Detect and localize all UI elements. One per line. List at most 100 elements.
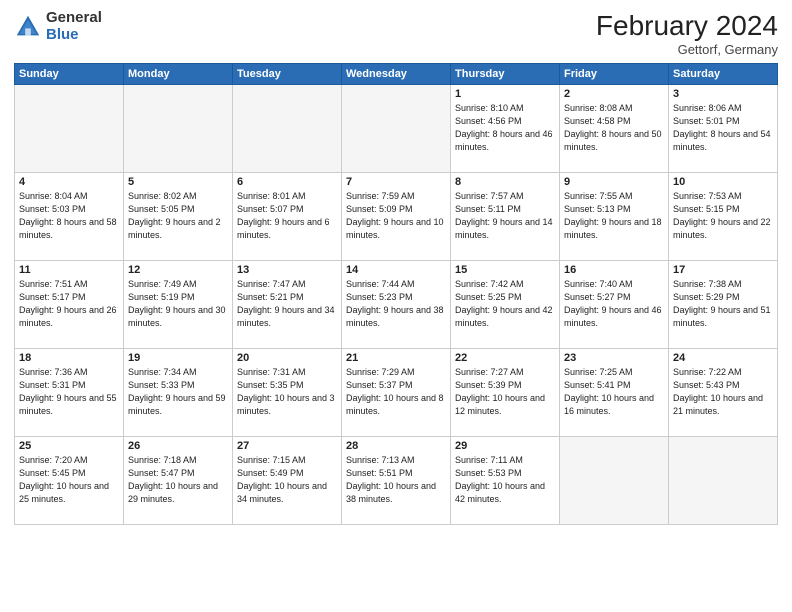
day-number: 21 [346, 352, 446, 364]
table-row: 26 Sunrise: 7:18 AMSunset: 5:47 PMDayligh… [124, 437, 233, 525]
table-row: 16Sunrise: 7:40 AMSunset: 5:27 PMDayligh… [560, 261, 669, 349]
table-row: 15Sunrise: 7:42 AMSunset: 5:25 PMDayligh… [451, 261, 560, 349]
day-info: Sunrise: 7:49 AMSunset: 5:19 PMDaylight:… [128, 278, 228, 330]
day-number: 8 [455, 176, 555, 188]
col-monday: Monday [124, 64, 233, 85]
day-number: 5 [128, 176, 228, 188]
day-number: 28 [346, 440, 446, 452]
calendar-table: Sunday Monday Tuesday Wednesday Thursday… [14, 63, 778, 525]
day-number: 19 [128, 352, 228, 364]
day-info: Sunrise: 7:27 AMSunset: 5:39 PMDaylight:… [455, 366, 555, 418]
table-row: 19 Sunrise: 7:34 AMSunset: 5:33 PMDayligh… [124, 349, 233, 437]
calendar-week-row: 11 Sunrise: 7:51 AMSunset: 5:17 PMDayligh… [15, 261, 778, 349]
day-info: Sunrise: 7:51 AMSunset: 5:17 PMDaylight:… [19, 278, 119, 330]
day-number: 4 [19, 176, 119, 188]
table-row [15, 85, 124, 173]
day-info: Sunrise: 7:36 AMSunset: 5:31 PMDaylight:… [19, 366, 119, 418]
table-row: 8 Sunrise: 7:57 AMSunset: 5:11 PMDaylight… [451, 173, 560, 261]
col-friday: Friday [560, 64, 669, 85]
day-number: 29 [455, 440, 555, 452]
day-info: Sunrise: 8:08 AMSunset: 4:58 PMDaylight:… [564, 102, 664, 154]
day-info: Sunrise: 7:55 AMSunset: 5:13 PMDaylight:… [564, 190, 664, 242]
col-thursday: Thursday [451, 64, 560, 85]
day-info: Sunrise: 8:02 AMSunset: 5:05 PMDaylight:… [128, 190, 228, 242]
table-row: 25Sunrise: 7:20 AMSunset: 5:45 PMDayligh… [15, 437, 124, 525]
table-row: 28Sunrise: 7:13 AMSunset: 5:51 PMDayligh… [342, 437, 451, 525]
day-info: Sunrise: 7:59 AMSunset: 5:09 PMDaylight:… [346, 190, 446, 242]
table-row: 27 Sunrise: 7:15 AMSunset: 5:49 PMDayligh… [233, 437, 342, 525]
day-number: 10 [673, 176, 773, 188]
day-info: Sunrise: 7:15 AMSunset: 5:49 PMDaylight:… [237, 454, 337, 506]
day-number: 3 [673, 88, 773, 100]
day-number: 6 [237, 176, 337, 188]
col-wednesday: Wednesday [342, 64, 451, 85]
table-row: 4 Sunrise: 8:04 AMSunset: 5:03 PMDaylight… [15, 173, 124, 261]
table-row [342, 85, 451, 173]
day-info: Sunrise: 7:42 AMSunset: 5:25 PMDaylight:… [455, 278, 555, 330]
day-info: Sunrise: 7:18 AMSunset: 5:47 PMDaylight:… [128, 454, 228, 506]
table-row: 23Sunrise: 7:25 AMSunset: 5:41 PMDayligh… [560, 349, 669, 437]
calendar-week-row: 25Sunrise: 7:20 AMSunset: 5:45 PMDayligh… [15, 437, 778, 525]
col-sunday: Sunday [15, 64, 124, 85]
day-info: Sunrise: 7:34 AMSunset: 5:33 PMDaylight:… [128, 366, 228, 418]
day-info: Sunrise: 7:29 AMSunset: 5:37 PMDaylight:… [346, 366, 446, 418]
day-number: 27 [237, 440, 337, 452]
day-info: Sunrise: 8:10 AMSunset: 4:56 PMDaylight:… [455, 102, 555, 154]
day-number: 17 [673, 264, 773, 276]
day-number: 24 [673, 352, 773, 364]
page-header: General Blue February 2024 Gettorf, Germ… [14, 10, 778, 57]
day-info: Sunrise: 8:01 AMSunset: 5:07 PMDaylight:… [237, 190, 337, 242]
logo: General Blue [14, 10, 102, 43]
calendar-header-row: Sunday Monday Tuesday Wednesday Thursday… [15, 64, 778, 85]
day-number: 14 [346, 264, 446, 276]
table-row [560, 437, 669, 525]
calendar-week-row: 18 Sunrise: 7:36 AMSunset: 5:31 PMDayligh… [15, 349, 778, 437]
table-row: 24 Sunrise: 7:22 AMSunset: 5:43 PMDayligh… [669, 349, 778, 437]
table-row: 9 Sunrise: 7:55 AMSunset: 5:13 PMDaylight… [560, 173, 669, 261]
logo-blue: Blue [46, 27, 102, 44]
day-number: 1 [455, 88, 555, 100]
table-row: 2 Sunrise: 8:08 AMSunset: 4:58 PMDaylight… [560, 85, 669, 173]
col-saturday: Saturday [669, 64, 778, 85]
day-number: 23 [564, 352, 664, 364]
day-info: Sunrise: 7:57 AMSunset: 5:11 PMDaylight:… [455, 190, 555, 242]
table-row [669, 437, 778, 525]
calendar-week-row: 4 Sunrise: 8:04 AMSunset: 5:03 PMDaylight… [15, 173, 778, 261]
table-row: 13Sunrise: 7:47 AMSunset: 5:21 PMDayligh… [233, 261, 342, 349]
table-row: 1 Sunrise: 8:10 AMSunset: 4:56 PMDaylight… [451, 85, 560, 173]
day-number: 9 [564, 176, 664, 188]
day-info: Sunrise: 7:53 AMSunset: 5:15 PMDaylight:… [673, 190, 773, 242]
day-info: Sunrise: 7:11 AMSunset: 5:53 PMDaylight:… [455, 454, 555, 506]
day-number: 2 [564, 88, 664, 100]
table-row [233, 85, 342, 173]
table-row: 18 Sunrise: 7:36 AMSunset: 5:31 PMDayligh… [15, 349, 124, 437]
col-tuesday: Tuesday [233, 64, 342, 85]
day-number: 12 [128, 264, 228, 276]
day-number: 11 [19, 264, 119, 276]
day-number: 20 [237, 352, 337, 364]
day-info: Sunrise: 8:06 AMSunset: 5:01 PMDaylight:… [673, 102, 773, 154]
table-row: 7Sunrise: 7:59 AMSunset: 5:09 PMDaylight… [342, 173, 451, 261]
table-row: 20 Sunrise: 7:31 AMSunset: 5:35 PMDayligh… [233, 349, 342, 437]
month-title: February 2024 [596, 10, 778, 42]
day-info: Sunrise: 7:31 AMSunset: 5:35 PMDaylight:… [237, 366, 337, 418]
day-info: Sunrise: 7:38 AMSunset: 5:29 PMDaylight:… [673, 278, 773, 330]
table-row: 22Sunrise: 7:27 AMSunset: 5:39 PMDayligh… [451, 349, 560, 437]
day-info: Sunrise: 7:20 AMSunset: 5:45 PMDaylight:… [19, 454, 119, 506]
title-block: February 2024 Gettorf, Germany [596, 10, 778, 57]
table-row: 3 Sunrise: 8:06 AMSunset: 5:01 PMDaylight… [669, 85, 778, 173]
day-number: 16 [564, 264, 664, 276]
table-row: 12 Sunrise: 7:49 AMSunset: 5:19 PMDayligh… [124, 261, 233, 349]
day-info: Sunrise: 7:22 AMSunset: 5:43 PMDaylight:… [673, 366, 773, 418]
logo-icon [14, 13, 42, 41]
day-info: Sunrise: 7:44 AMSunset: 5:23 PMDaylight:… [346, 278, 446, 330]
day-number: 26 [128, 440, 228, 452]
table-row: 29 Sunrise: 7:11 AMSunset: 5:53 PMDayligh… [451, 437, 560, 525]
logo-text: General Blue [46, 10, 102, 43]
day-info: Sunrise: 8:04 AMSunset: 5:03 PMDaylight:… [19, 190, 119, 242]
table-row: 21 Sunrise: 7:29 AMSunset: 5:37 PMDayligh… [342, 349, 451, 437]
table-row: 10 Sunrise: 7:53 AMSunset: 5:15 PMDayligh… [669, 173, 778, 261]
table-row: 5 Sunrise: 8:02 AMSunset: 5:05 PMDaylight… [124, 173, 233, 261]
table-row: 17 Sunrise: 7:38 AMSunset: 5:29 PMDayligh… [669, 261, 778, 349]
day-number: 18 [19, 352, 119, 364]
